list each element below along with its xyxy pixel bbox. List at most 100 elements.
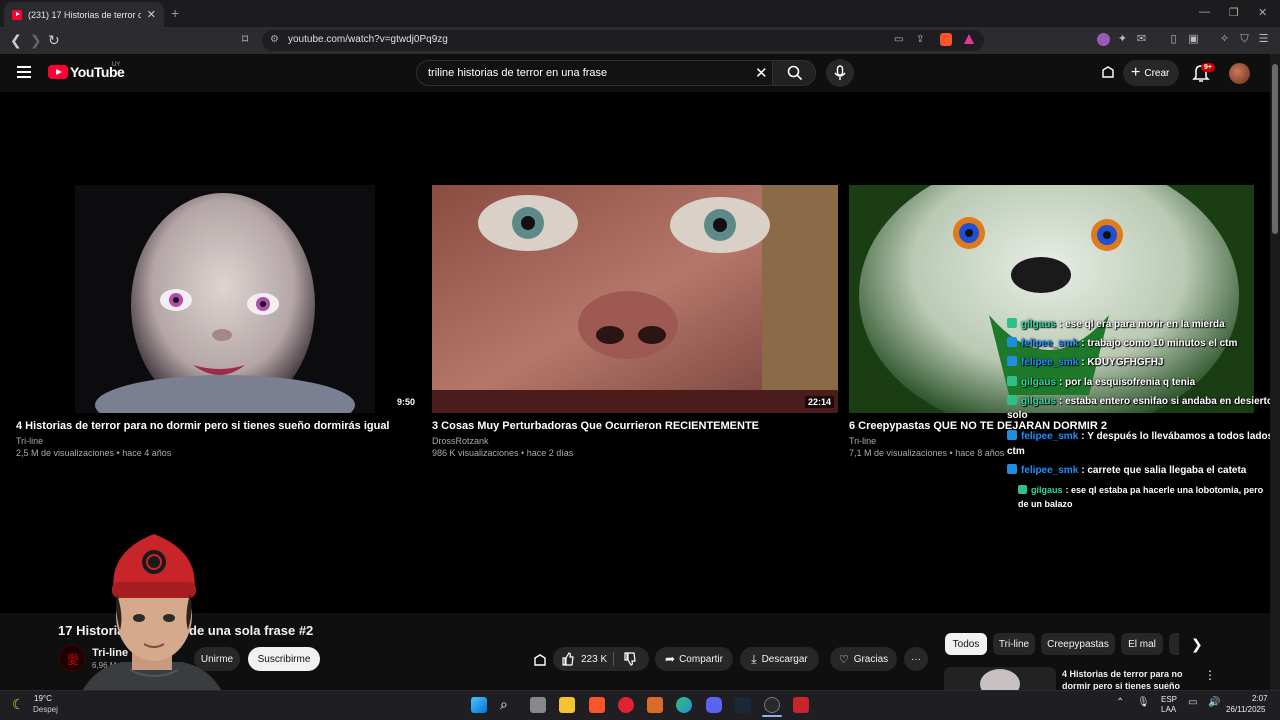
discord-icon[interactable] [706,697,722,713]
language-indicator[interactable]: ESP [1161,695,1177,704]
download-button[interactable]: ⤓ Descargar [740,647,819,671]
forward-button[interactable]: ❯ [30,32,42,49]
brave-shield-icon[interactable] [940,33,952,46]
end-screen-thumbnail-2[interactable] [432,185,838,413]
taskbar-search-icon[interactable]: ⌕ [500,696,508,713]
vlc-icon[interactable] [647,697,663,713]
chat-message: gilgaus: estaba entero esnifao si andaba… [1007,395,1273,408]
chip-all[interactable]: Todos [945,633,987,655]
app-icon[interactable] [793,697,809,713]
browser-toolbar: ❮ ❯ ↻ ⌑ ⚙ youtube.com/watch?v=gtwdj0Pq9z… [0,27,1280,54]
end-screen-title-2[interactable]: 3 Cosas Muy Perturbadoras Que Ocurrieron… [432,420,759,432]
leo-icon[interactable]: ✉ [1135,33,1148,46]
ai-sparkle-icon[interactable] [532,652,548,668]
tab-title: (231) 17 Historias de terror de u [28,9,141,20]
more-actions-button[interactable]: ··· [904,647,928,671]
extension-icon[interactable] [1097,33,1110,46]
chip-el-mal[interactable]: El mal [1121,633,1163,655]
like-button[interactable]: 223 K [561,652,607,666]
page-scrollbar-thumb[interactable] [1272,64,1278,234]
more-vert-icon[interactable]: ⋮ [1204,668,1216,682]
end-screen-channel-1[interactable]: Tri-line [16,436,43,446]
country-code: UY [112,62,121,68]
end-screen-meta-2: 986 K visualizaciones • hace 2 días [432,448,574,458]
address-bar[interactable]: ⚙ youtube.com/watch?v=gtwdj0Pq9zg ▭ ⇪ [262,30,984,51]
url-text[interactable]: youtube.com/watch?v=gtwdj0Pq9zg [288,34,448,45]
share-page-icon[interactable]: ⇪ [916,34,924,45]
chat-username: gilgaus [1031,485,1063,495]
brave-rewards-icon[interactable] [964,34,974,44]
bookmark-icon[interactable]: ⌑ [242,32,248,46]
close-window-icon[interactable]: ✕ [1258,6,1267,19]
doll-thumbnail-image [75,185,375,413]
next-video-title-line1[interactable]: 4 Historias de terror para no [1062,669,1183,679]
chip-partial[interactable] [1169,633,1179,655]
media-player-icon[interactable] [618,697,634,713]
reload-button[interactable]: ↻ [48,32,60,49]
new-tab-button[interactable]: + [171,5,179,21]
sidebar-icon[interactable]: ▯ [1167,33,1180,46]
chevron-right-icon[interactable]: ❯ [1191,636,1203,653]
site-info-icon[interactable]: ⚙ [270,34,279,45]
youtube-logo-icon[interactable] [48,65,68,79]
ai-icon[interactable]: ✧ [1218,33,1231,46]
back-button[interactable]: ❮ [10,32,22,49]
close-tab-icon[interactable]: ✕ [147,8,156,21]
next-video-thumbnail[interactable] [944,667,1056,690]
restore-icon[interactable]: ❐ [1229,6,1239,19]
voice-search-button[interactable] [826,59,854,87]
create-button[interactable]: + Crear [1123,60,1179,86]
search-input[interactable]: triline historias de terror en una frase… [416,60,773,86]
network-icon[interactable]: ▭ [1188,697,1197,708]
tray-chevron-up-icon[interactable]: ⌃ [1116,697,1124,708]
clear-search-icon[interactable]: ✕ [755,64,768,82]
minimize-icon[interactable]: — [1199,6,1210,18]
duration-badge-1: 9:50 [394,396,419,408]
share-label: Compartir [679,653,723,665]
next-video-title-line2[interactable]: dormir pero si tienes sueño [1062,681,1180,690]
obs-icon[interactable] [764,697,780,713]
edge-icon[interactable] [676,697,692,713]
weather-moon-icon[interactable]: ☾ [12,696,25,713]
chat-platform-icon [1007,464,1017,474]
microphone-tray-icon[interactable]: 🎙 [1137,697,1150,708]
puzzle-icon[interactable]: ✦ [1116,33,1129,46]
weather-desc[interactable]: Despej [33,705,58,714]
search-query-text[interactable]: triline historias de terror en una frase [428,67,607,79]
chat-username: gilgaus [1021,377,1057,388]
end-screen-thumbnail-1[interactable] [75,185,375,413]
end-screen-channel-2[interactable]: DrossRotzank [432,436,489,446]
cast-icon[interactable]: ▭ [894,34,903,45]
chat-platform-icon [1007,337,1017,347]
file-explorer-icon[interactable] [559,697,575,713]
subscribe-button[interactable]: Suscribirme [248,647,320,671]
end-screen-title-1[interactable]: 4 Historias de terror para no dormir per… [16,420,390,432]
brave-browser-icon[interactable] [589,697,605,713]
thumbs-down-icon[interactable] [623,652,637,666]
chip-label: Creepypastas [1047,638,1109,650]
share-button[interactable]: ➦ Compartir [655,647,733,671]
task-view-icon[interactable] [530,697,546,713]
browser-tab-active[interactable]: (231) 17 Historias de terror de u ✕ [4,2,164,27]
end-screen-channel-3[interactable]: Tri-line [849,436,876,446]
search-button[interactable] [772,60,816,86]
chat-message: felipee_smk: carrete que salia llegaba e… [1007,464,1246,477]
thanks-button[interactable]: ♡ Gracias [830,647,897,671]
wallet-icon[interactable]: ▣ [1187,33,1200,46]
clock-time[interactable]: 2:07 [1252,694,1268,703]
chip-tri-line[interactable]: Tri-line [993,633,1035,655]
menu-icon[interactable]: ☰ [1257,33,1270,46]
chip-creepypastas[interactable]: Creepypastas [1041,633,1115,655]
start-windows-icon[interactable] [471,697,487,713]
steam-icon[interactable] [735,697,751,713]
cast-gift-icon[interactable] [1100,65,1116,81]
volume-icon[interactable]: 🔊 [1208,697,1220,708]
weather-temp[interactable]: 19°C [34,694,52,703]
vpn-icon[interactable]: ⛉ [1238,33,1251,46]
download-label: Descargar [761,653,808,665]
user-avatar[interactable] [1229,63,1250,84]
clock-date[interactable]: 26/11/2025 [1226,705,1265,714]
hamburger-menu-icon[interactable] [17,66,31,78]
duration-badge-2: 22:14 [805,396,835,408]
language-layout[interactable]: LAA [1161,705,1176,714]
